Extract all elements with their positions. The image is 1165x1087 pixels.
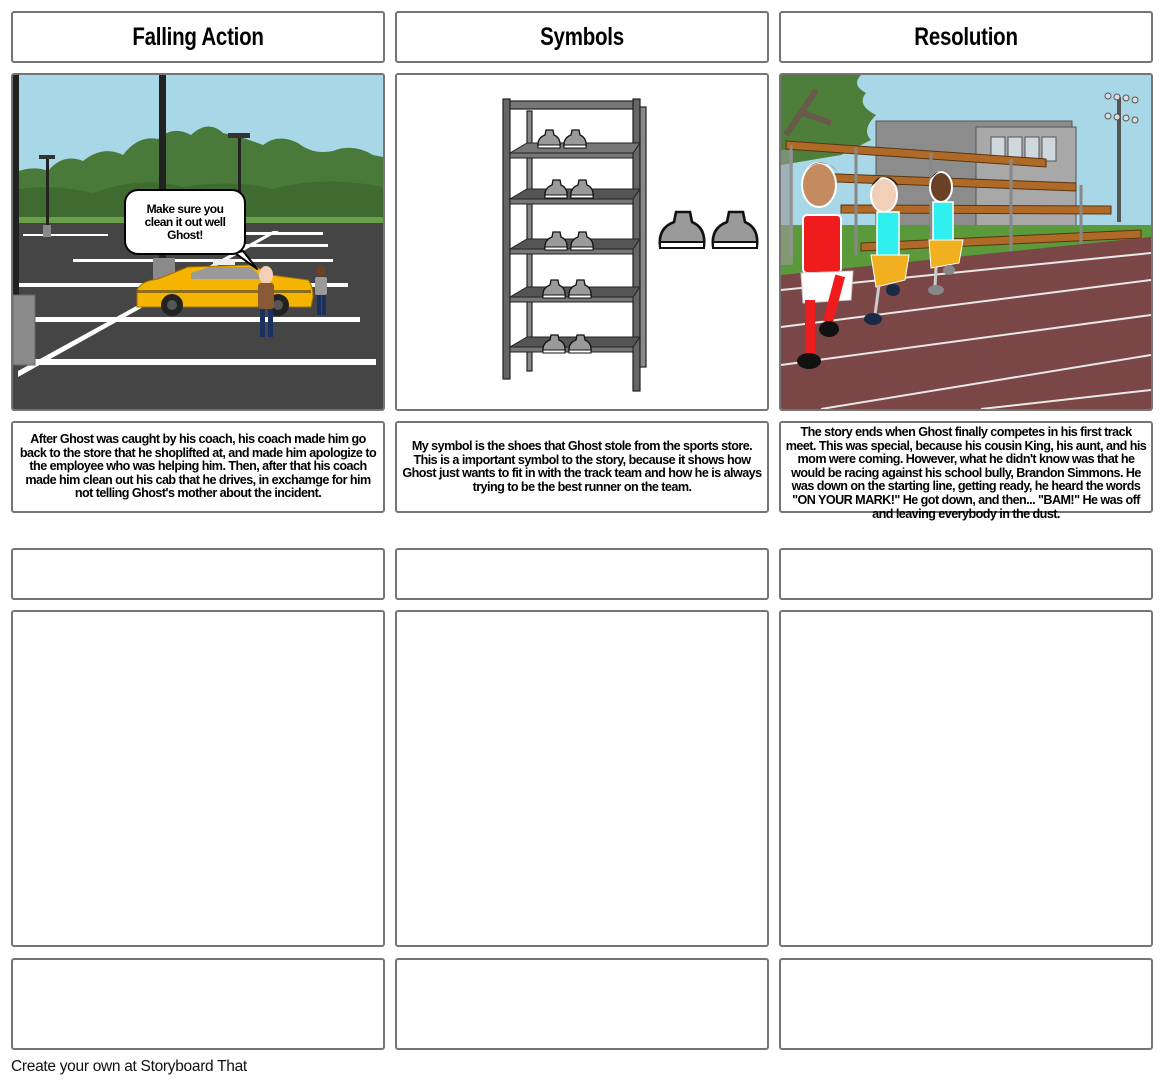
title-empty xyxy=(46,550,349,598)
cell-description-empty-2 xyxy=(395,958,769,1050)
cell-title-empty-3 xyxy=(779,548,1153,600)
cell-title-symbols: Symbols xyxy=(395,11,769,63)
shelf-edge xyxy=(509,152,634,159)
description-resolution: The story ends when Ghost finally compet… xyxy=(785,425,1147,521)
description-symbols: My symbol is the shoes that Ghost stole … xyxy=(402,438,762,494)
description-falling-action: After Ghost was caught by his coach, his… xyxy=(19,432,377,501)
title-empty xyxy=(430,550,733,598)
scene-parking-lot: Make sure you clean it out well Ghost! xyxy=(11,73,385,411)
title-falling-action: Falling Action xyxy=(132,22,264,51)
track-meet-illustration xyxy=(781,75,1151,409)
light-pole xyxy=(46,157,49,227)
cell-title-resolution: Resolution xyxy=(779,11,1153,63)
light-pole xyxy=(13,75,19,300)
shelf-edge xyxy=(509,198,634,205)
storyboard-that-link[interactable]: Create your own at Storyboard That xyxy=(11,1058,247,1076)
title-symbols: Symbols xyxy=(540,22,624,51)
cell-description-empty-1 xyxy=(11,958,385,1050)
cell-image-empty-3 xyxy=(779,610,1153,947)
title-resolution: Resolution xyxy=(914,22,1018,51)
cell-title-falling-action: Falling Action xyxy=(11,11,385,63)
cell-description-empty-3 xyxy=(779,958,1153,1050)
trash-can xyxy=(13,294,36,366)
title-empty xyxy=(814,550,1117,598)
cell-description-symbols: My symbol is the shoes that Ghost stole … xyxy=(395,421,769,513)
cell-description-falling-action: After Ghost was caught by his coach, his… xyxy=(11,421,385,513)
cell-image-empty-2 xyxy=(395,610,769,947)
cell-image-empty-1 xyxy=(11,610,385,947)
speech-bubble: Make sure you clean it out well Ghost! xyxy=(124,189,246,255)
cell-title-empty-2 xyxy=(395,548,769,600)
scene-shoe-shelf xyxy=(395,73,769,411)
shoe-shelf-illustration xyxy=(397,75,767,409)
cell-title-empty-1 xyxy=(11,548,385,600)
scene-track-meet xyxy=(779,73,1153,411)
cell-description-resolution: The story ends when Ghost finally compet… xyxy=(779,421,1153,520)
